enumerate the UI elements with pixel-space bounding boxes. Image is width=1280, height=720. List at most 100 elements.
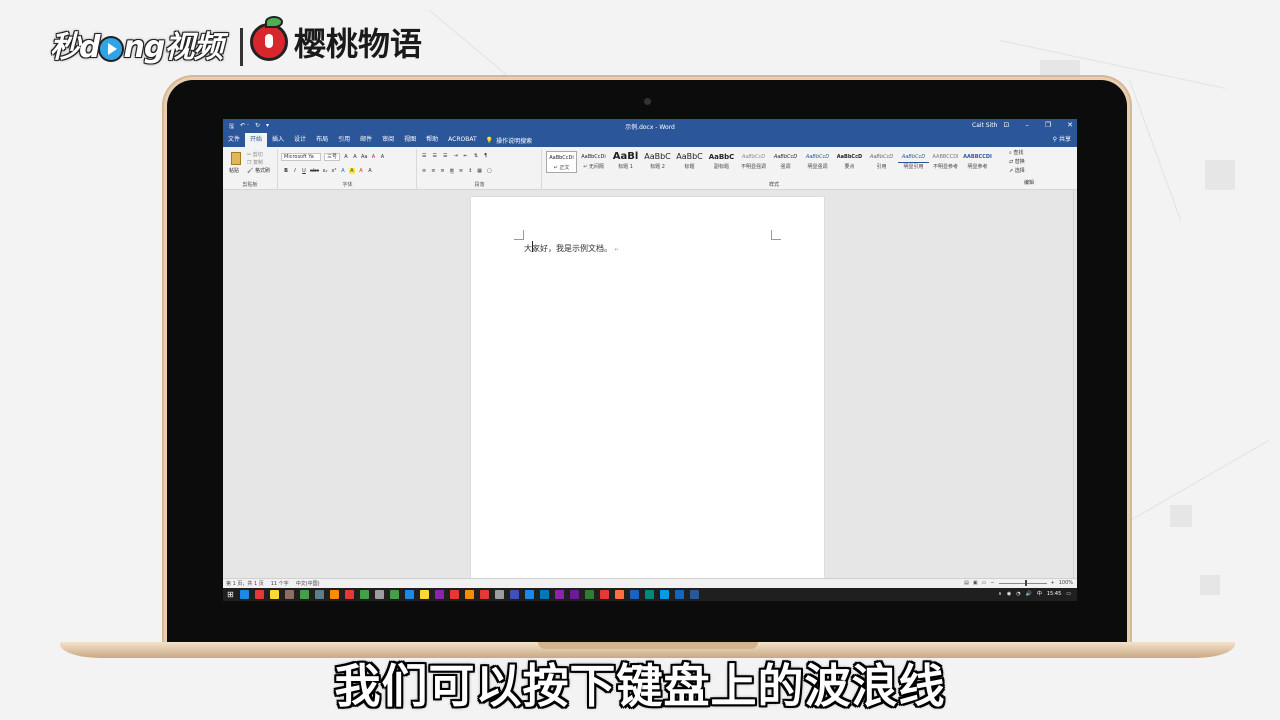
paste-button[interactable]: 粘贴 [229,167,239,174]
subscript-button[interactable]: x₂ [322,168,328,174]
taskbar-app-icon[interactable] [344,590,354,599]
ribbon-display-options-icon[interactable]: ⊡ [1003,121,1009,129]
tab-home[interactable]: 开始 [245,133,268,147]
tab-review[interactable]: 审阅 [377,133,399,147]
increase-indent-button[interactable]: ⇤ [464,153,468,159]
tab-design[interactable]: 设计 [289,133,311,147]
document-paragraph[interactable]: 大家好，我是示例文档。 ↵ [524,243,619,254]
underline-button[interactable]: U [301,168,307,174]
notification-icon[interactable]: ▭ [1066,591,1071,597]
bold-button[interactable]: B [283,168,289,174]
taskbar-app-icon[interactable] [524,590,534,599]
font-name-select[interactable]: Microsoft Ya [281,153,321,161]
clear-formatting-button[interactable]: A [370,154,376,160]
phonetic-guide-button[interactable]: A [379,154,385,160]
cut-button[interactable]: ✂ 剪切 [247,151,270,159]
format-painter-button[interactable]: 🖌 格式刷 [247,167,270,175]
taskbar-app-icon[interactable] [689,590,699,599]
taskbar-app-icon[interactable] [599,590,609,599]
justify-button[interactable]: ≡ [449,168,454,174]
style-heading-1[interactable]: AaBl 标题 1 [610,151,641,173]
italic-button[interactable]: I [292,168,298,174]
highlight-button[interactable]: A [349,168,355,174]
style-normal[interactable]: AaBbCcDi ↵ 正文 [546,151,577,173]
web-layout-icon[interactable]: ▭ [982,580,987,586]
style-intense-reference[interactable]: AABBCCDI 明显参考 [962,151,993,173]
close-icon[interactable]: ✕ [1067,121,1073,129]
style-quote[interactable]: AaBbCcD 引用 [866,151,897,173]
tab-file[interactable]: 文件 [223,133,245,147]
tab-references[interactable]: 引用 [333,133,355,147]
zoom-in-icon[interactable]: + [1051,580,1055,586]
font-color-button[interactable]: A [358,168,364,174]
style-intense-quote[interactable]: AaBbCcD 明显引用 [898,151,929,173]
style-no-spacing[interactable]: AaBbCcDi ↵ 无间隔 [578,151,609,173]
taskbar-app-icon[interactable] [239,590,249,599]
taskbar-app-icon[interactable] [419,590,429,599]
taskbar-app-icon[interactable] [659,590,669,599]
style-subtle-reference[interactable]: AABBCCDI 不明显参考 [930,151,961,173]
taskbar-app-icon[interactable] [284,590,294,599]
taskbar-app-icon[interactable] [614,590,624,599]
taskbar-app-icon[interactable] [449,590,459,599]
decrease-indent-button[interactable]: ⇥ [453,153,457,159]
user-name[interactable]: Cait Sith [972,122,997,129]
taskbar-app-icon[interactable] [269,590,279,599]
taskbar-app-icon[interactable] [494,590,504,599]
tab-layout[interactable]: 布局 [311,133,333,147]
distributed-button[interactable]: ≡ [459,168,463,174]
numbering-button[interactable]: ☰ [432,153,436,159]
style-subtitle[interactable]: AaBbC 副标题 [706,151,737,173]
taskbar-app-icon[interactable] [644,590,654,599]
text-effects-button[interactable]: A [340,168,346,174]
taskbar-app-icon[interactable] [299,590,309,599]
page-count[interactable]: 第 1 页，共 1 页 [226,580,264,587]
tab-view[interactable]: 视图 [399,133,421,147]
zoom-slider[interactable] [998,579,1047,586]
taskbar-app-icon[interactable] [509,590,519,599]
tray-app-icon[interactable]: ◉ [1007,591,1011,597]
tray-app-icon[interactable]: ◔ [1016,591,1020,597]
tab-help[interactable]: 帮助 [421,133,443,147]
zoom-slider-knob[interactable] [1024,579,1027,586]
taskbar-app-icon[interactable] [569,590,579,599]
align-center-button[interactable]: ≡ [431,168,435,174]
taskbar-app-icon[interactable] [554,590,564,599]
replace-button[interactable]: ⇄ 替换 [1009,158,1069,167]
taskbar-app-icon[interactable] [629,590,639,599]
select-button[interactable]: ➚ 选择 [1009,167,1069,176]
taskbar-app-icon[interactable] [374,590,384,599]
vertical-scrollbar[interactable] [1073,190,1077,578]
taskbar-app-icon[interactable] [404,590,414,599]
character-border-button[interactable]: A [367,168,373,174]
style-title[interactable]: AaBbC 标题 [674,151,705,173]
taskbar-app-icon[interactable] [254,590,264,599]
shrink-font-button[interactable]: A [352,154,358,160]
restore-icon[interactable]: ❐ [1045,121,1051,129]
align-left-button[interactable]: ≡ [422,168,426,174]
sort-button[interactable]: ⇅ [474,153,478,159]
volume-icon[interactable]: 🔊 [1026,591,1032,597]
find-button[interactable]: ⌕ 查找 [1009,149,1069,158]
document-page[interactable]: 大家好，我是示例文档。 ↵ [471,197,824,578]
zoom-level[interactable]: 100% [1059,580,1073,586]
grow-font-button[interactable]: A [343,154,349,160]
shading-button[interactable]: ▦ [477,168,482,174]
minimize-icon[interactable]: – [1025,121,1029,129]
share-button[interactable]: ⚲ 共享 [1053,133,1071,147]
read-mode-icon[interactable]: ▤ [964,580,969,586]
style-intense-emphasis[interactable]: AaBbCcD 明显强调 [802,151,833,173]
style-subtle-emphasis[interactable]: AaBbCcD 不明显强调 [738,151,769,173]
tray-expand-icon[interactable]: ∧ [998,591,1002,597]
borders-button[interactable]: ▢ [487,168,492,174]
taskbar-app-icon[interactable] [479,590,489,599]
line-spacing-button[interactable]: ↕ [468,168,472,174]
align-right-button[interactable]: ≡ [440,168,444,174]
word-count[interactable]: 11 个字 [271,580,289,587]
taskbar-app-icon[interactable] [464,590,474,599]
multilevel-list-button[interactable]: ☰ [443,153,447,159]
tab-mailings[interactable]: 邮件 [355,133,377,147]
change-case-button[interactable]: Aa [361,154,367,160]
font-size-select[interactable]: 三号 [324,153,340,161]
show-marks-button[interactable]: ¶ [484,153,487,159]
